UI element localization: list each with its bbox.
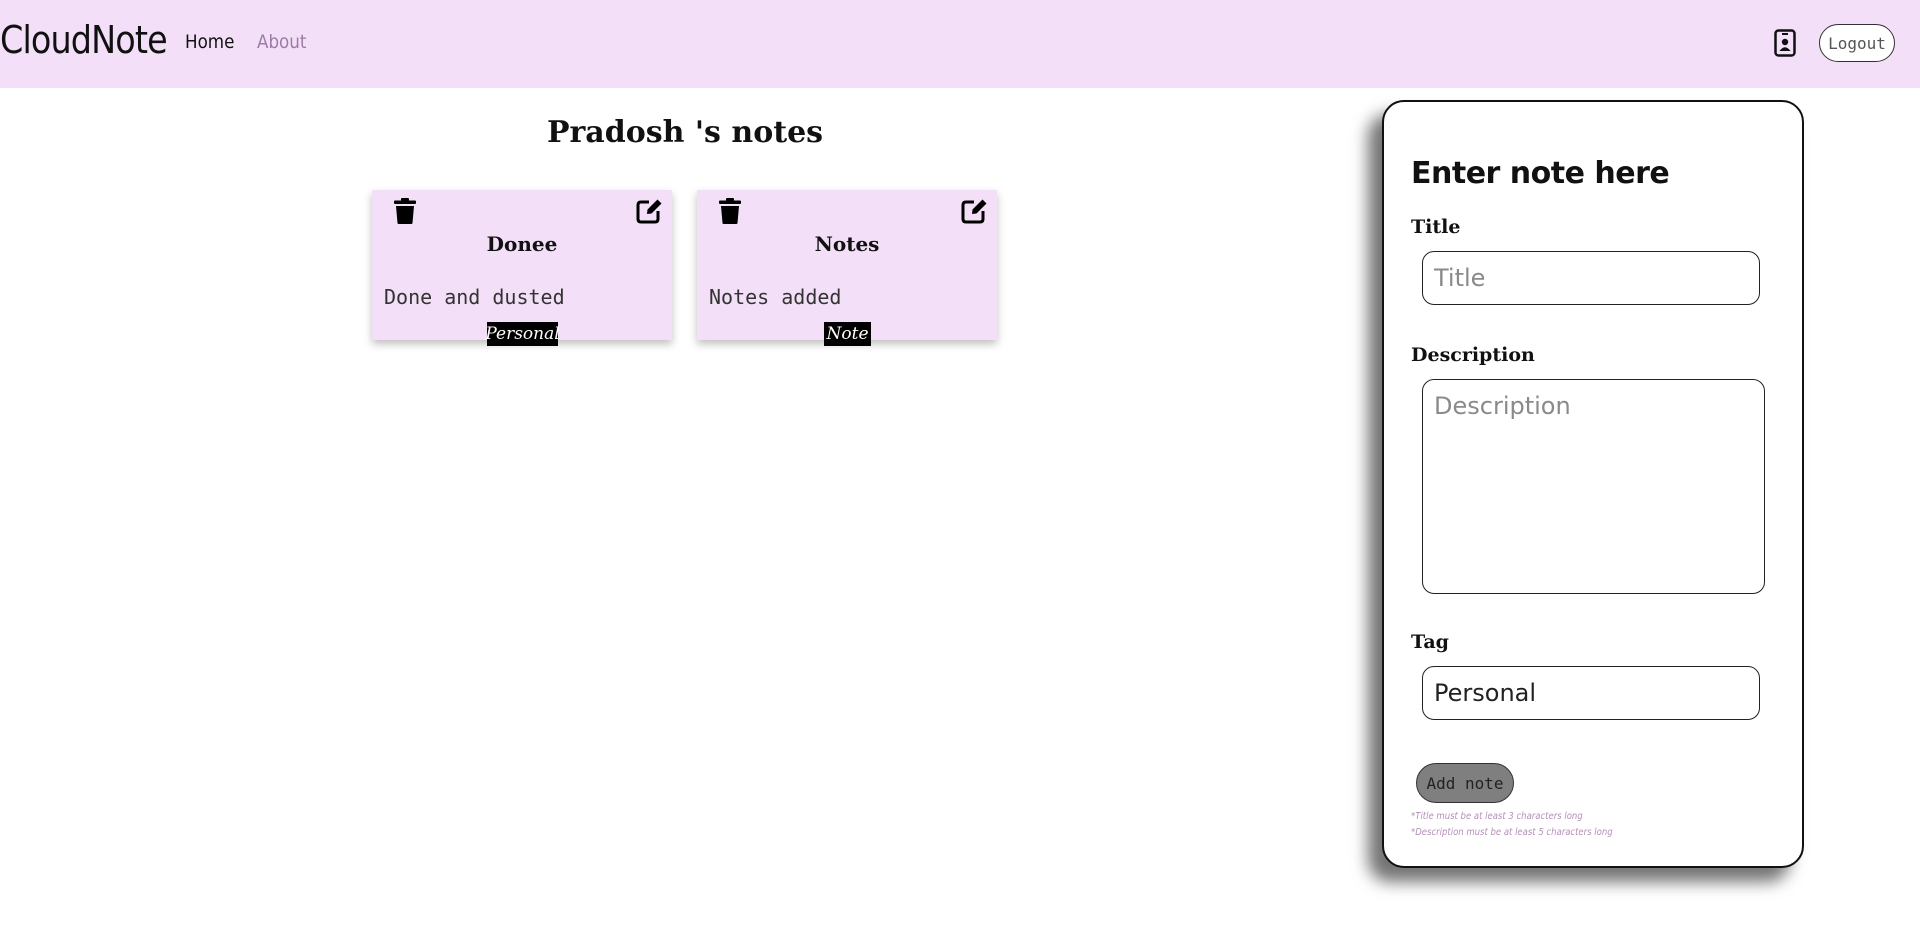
contact-card-icon[interactable] [1774, 29, 1796, 57]
tag-label: Tag [1411, 631, 1449, 653]
note-card: Notes Notes added Note [697, 190, 997, 346]
edit-icon[interactable] [636, 198, 662, 224]
navbar: CloudNote Home About Logout [0, 0, 1920, 88]
add-note-button[interactable]: Add note [1416, 763, 1514, 803]
brand-logo[interactable]: CloudNote [0, 18, 168, 62]
note-tag-badge: Personal [485, 322, 560, 346]
form-heading: Enter note here [1411, 156, 1670, 191]
logout-button[interactable]: Logout [1819, 24, 1895, 62]
note-description: Done and dusted [384, 285, 565, 309]
note-title: Donee [486, 232, 558, 256]
trash-icon[interactable] [394, 198, 416, 224]
note-tag-badge: Note [824, 322, 871, 346]
note-title: Notes [814, 232, 880, 256]
title-input[interactable]: Title [1422, 251, 1760, 305]
trash-icon[interactable] [719, 198, 741, 224]
add-note-form: Enter note here Title Title Description … [1382, 100, 1804, 868]
nav-link-home[interactable]: Home [185, 31, 234, 53]
edit-icon[interactable] [961, 198, 987, 224]
description-label: Description [1411, 344, 1535, 366]
title-hint: *Title must be at least 3 characters lon… [1411, 811, 1583, 822]
nav-link-about[interactable]: About [257, 31, 306, 53]
description-hint: *Description must be at least 5 characte… [1411, 827, 1613, 838]
notes-heading: Pradosh 's notes [546, 115, 824, 150]
note-card: Donee Done and dusted Personal [372, 190, 672, 346]
description-textarea[interactable]: Description [1422, 379, 1765, 594]
tag-input[interactable]: Personal [1422, 666, 1760, 720]
note-description: Notes added [709, 285, 842, 309]
title-label: Title [1411, 216, 1461, 238]
